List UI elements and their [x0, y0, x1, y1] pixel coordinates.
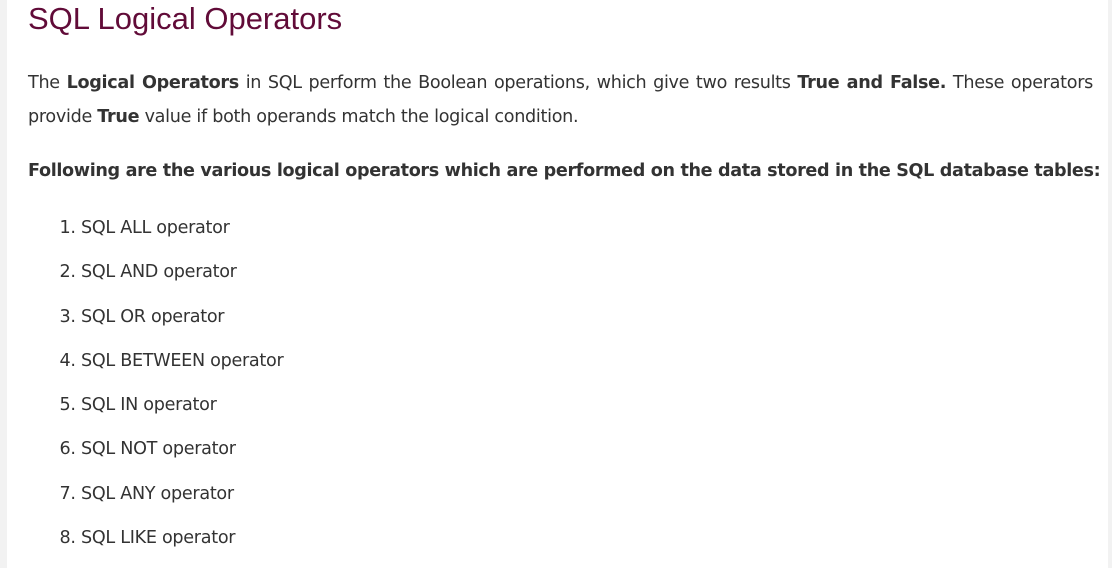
page-title: SQL Logical Operators	[28, 1, 343, 36]
list-item: SQL OR operator	[81, 300, 283, 344]
intro-text: in SQL perform the Boolean operations, w…	[238, 73, 798, 93]
intro-bold: True and False.	[797, 73, 947, 93]
list-item: SQL IN operator	[81, 388, 283, 432]
list-item: SQL BETWEEN operator	[81, 344, 284, 388]
list-item: SQL ANY operator	[81, 477, 283, 521]
page: SQL Logical Operators The Logical Operat…	[7, 0, 1108, 568]
intro-text: value if both operands match the logical…	[139, 107, 579, 127]
intro-text: The	[28, 73, 67, 93]
intro-bold: True	[97, 107, 140, 127]
intro-paragraph: The Logical Operators in SQL perform the…	[28, 66, 1093, 134]
intro-bold: Logical Operators	[66, 73, 240, 93]
list-item: SQL ALL operator	[81, 211, 283, 255]
list-item: SQL NOT operator	[81, 432, 283, 476]
list-lead: Following are the various logical operat…	[28, 161, 1101, 181]
list-item: SQL LIKE operator	[81, 521, 283, 565]
operator-list: SQL ALL operator SQL AND operator SQL OR…	[28, 211, 284, 565]
list-item: SQL AND operator	[81, 255, 283, 299]
